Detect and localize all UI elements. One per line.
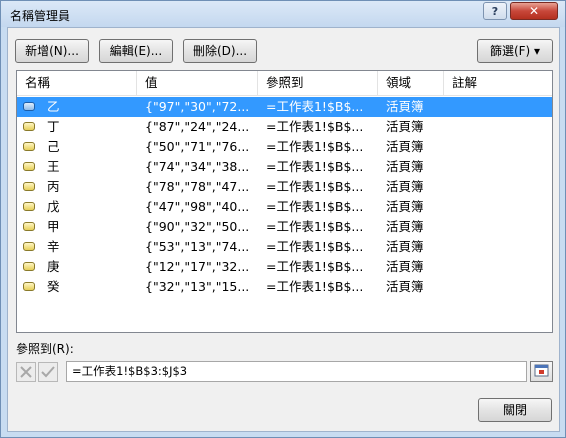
cell-ref: =工作表1!$B$... [266, 199, 364, 214]
cell-scope: 活頁簿 [386, 139, 424, 154]
column-header-scope[interactable]: 領域 [378, 71, 444, 95]
cell-name: 丁 [47, 119, 60, 134]
refers-to-input[interactable]: =工作表1!$B$3:$J$3 [66, 361, 527, 382]
list-rows: 乙 {"97","30","72... =工作表1!$B$... 活頁簿丁 {"87",… [17, 97, 552, 297]
range-select-icon [534, 364, 549, 377]
cell-name: 戊 [47, 199, 60, 214]
defined-name-icon [23, 222, 35, 231]
defined-name-icon [23, 262, 35, 271]
cell-name: 辛 [47, 239, 60, 254]
dialog-client: 新增(N)... 編輯(E)... 刪除(D)... 篩選(F) ▾ 名稱 值 … [7, 27, 560, 432]
defined-name-icon [23, 202, 35, 211]
column-header-value[interactable]: 值 [137, 71, 258, 95]
table-row[interactable]: 甲 {"90","32","50... =工作表1!$B$... 活頁簿 [17, 217, 552, 237]
table-row[interactable]: 丁 {"87","24","24... =工作表1!$B$... 活頁簿 [17, 117, 552, 137]
cell-name: 庚 [47, 259, 60, 274]
defined-name-icon [23, 242, 35, 251]
table-row[interactable]: 己 {"50","71","76... =工作表1!$B$... 活頁簿 [17, 137, 552, 157]
list-header: 名稱 值 參照到 領域 註解 [17, 71, 552, 96]
cell-value: {"50","71","76... [145, 139, 250, 154]
table-row[interactable]: 丙 {"78","78","47... =工作表1!$B$... 活頁簿 [17, 177, 552, 197]
filter-button[interactable]: 篩選(F) ▾ [477, 39, 553, 63]
cell-name: 丙 [47, 179, 60, 194]
checkmark-icon [41, 366, 55, 378]
cancel-x-icon [20, 366, 32, 378]
cell-value: {"12","17","32... [145, 259, 250, 274]
table-row[interactable]: 辛 {"53","13","74... =工作表1!$B$... 活頁簿 [17, 237, 552, 257]
column-header-name[interactable]: 名稱 [17, 71, 137, 95]
cancel-edit-button[interactable] [16, 362, 36, 382]
cell-scope: 活頁簿 [386, 119, 424, 134]
cell-value: {"90","32","50... [145, 219, 250, 234]
cell-scope: 活頁簿 [386, 279, 424, 294]
cell-value: {"47","98","40... [145, 199, 250, 214]
defined-name-icon [23, 122, 35, 131]
table-row[interactable]: 乙 {"97","30","72... =工作表1!$B$... 活頁簿 [17, 97, 552, 117]
table-row[interactable]: 王 {"74","34","38... =工作表1!$B$... 活頁簿 [17, 157, 552, 177]
table-row[interactable]: 戊 {"47","98","40... =工作表1!$B$... 活頁簿 [17, 197, 552, 217]
defined-name-icon [23, 282, 35, 291]
cell-name: 癸 [47, 279, 60, 294]
name-manager-window: 名稱管理員 ? ✕ 新增(N)... 編輯(E)... 刪除(D)... 篩選(… [0, 0, 566, 438]
cell-scope: 活頁簿 [386, 239, 424, 254]
cell-ref: =工作表1!$B$... [266, 219, 364, 234]
cell-ref: =工作表1!$B$... [266, 279, 364, 294]
cell-ref: =工作表1!$B$... [266, 239, 364, 254]
close-button[interactable]: 關閉 [478, 398, 552, 422]
cell-ref: =工作表1!$B$... [266, 159, 364, 174]
column-header-refers-to[interactable]: 參照到 [258, 71, 378, 95]
cell-value: {"87","24","24... [145, 119, 250, 134]
cell-scope: 活頁簿 [386, 259, 424, 274]
cell-ref: =工作表1!$B$... [266, 119, 364, 134]
cell-value: {"97","30","72... [145, 99, 250, 114]
cell-value: {"74","34","38... [145, 159, 250, 174]
cell-ref: =工作表1!$B$... [266, 139, 364, 154]
cell-scope: 活頁簿 [386, 199, 424, 214]
cell-value: {"53","13","74... [145, 239, 250, 254]
collapse-dialog-button[interactable] [530, 361, 553, 382]
cell-name: 甲 [47, 219, 60, 234]
window-title: 名稱管理員 [10, 9, 71, 23]
defined-name-icon [23, 142, 35, 151]
column-header-comment[interactable]: 註解 [444, 71, 552, 95]
defined-name-icon [23, 182, 35, 191]
confirm-edit-button[interactable] [38, 362, 58, 382]
cell-name: 乙 [47, 99, 60, 114]
refers-to-label: 參照到(R): [16, 342, 74, 356]
delete-button[interactable]: 刪除(D)... [183, 39, 257, 63]
cell-scope: 活頁簿 [386, 179, 424, 194]
cell-scope: 活頁簿 [386, 99, 424, 114]
close-window-button[interactable]: ✕ [510, 2, 558, 20]
cell-name: 王 [47, 159, 60, 174]
defined-name-icon [23, 102, 35, 111]
help-button[interactable]: ? [483, 2, 507, 20]
table-row[interactable]: 癸 {"32","13","15... =工作表1!$B$... 活頁簿 [17, 277, 552, 297]
defined-name-icon [23, 162, 35, 171]
cell-name: 己 [47, 139, 60, 154]
edit-button[interactable]: 編輯(E)... [99, 39, 173, 63]
table-row[interactable]: 庚 {"12","17","32... =工作表1!$B$... 活頁簿 [17, 257, 552, 277]
cell-value: {"32","13","15... [145, 279, 250, 294]
new-button[interactable]: 新增(N)... [15, 39, 89, 63]
cell-ref: =工作表1!$B$... [266, 179, 364, 194]
title-bar: 名稱管理員 ? ✕ [1, 1, 565, 27]
cell-scope: 活頁簿 [386, 159, 424, 174]
cell-ref: =工作表1!$B$... [266, 259, 364, 274]
cell-scope: 活頁簿 [386, 219, 424, 234]
cell-ref: =工作表1!$B$... [266, 99, 364, 114]
cell-value: {"78","78","47... [145, 179, 250, 194]
names-list[interactable]: 名稱 值 參照到 領域 註解 乙 {"97","30","72... =工作表1!$… [16, 70, 553, 333]
